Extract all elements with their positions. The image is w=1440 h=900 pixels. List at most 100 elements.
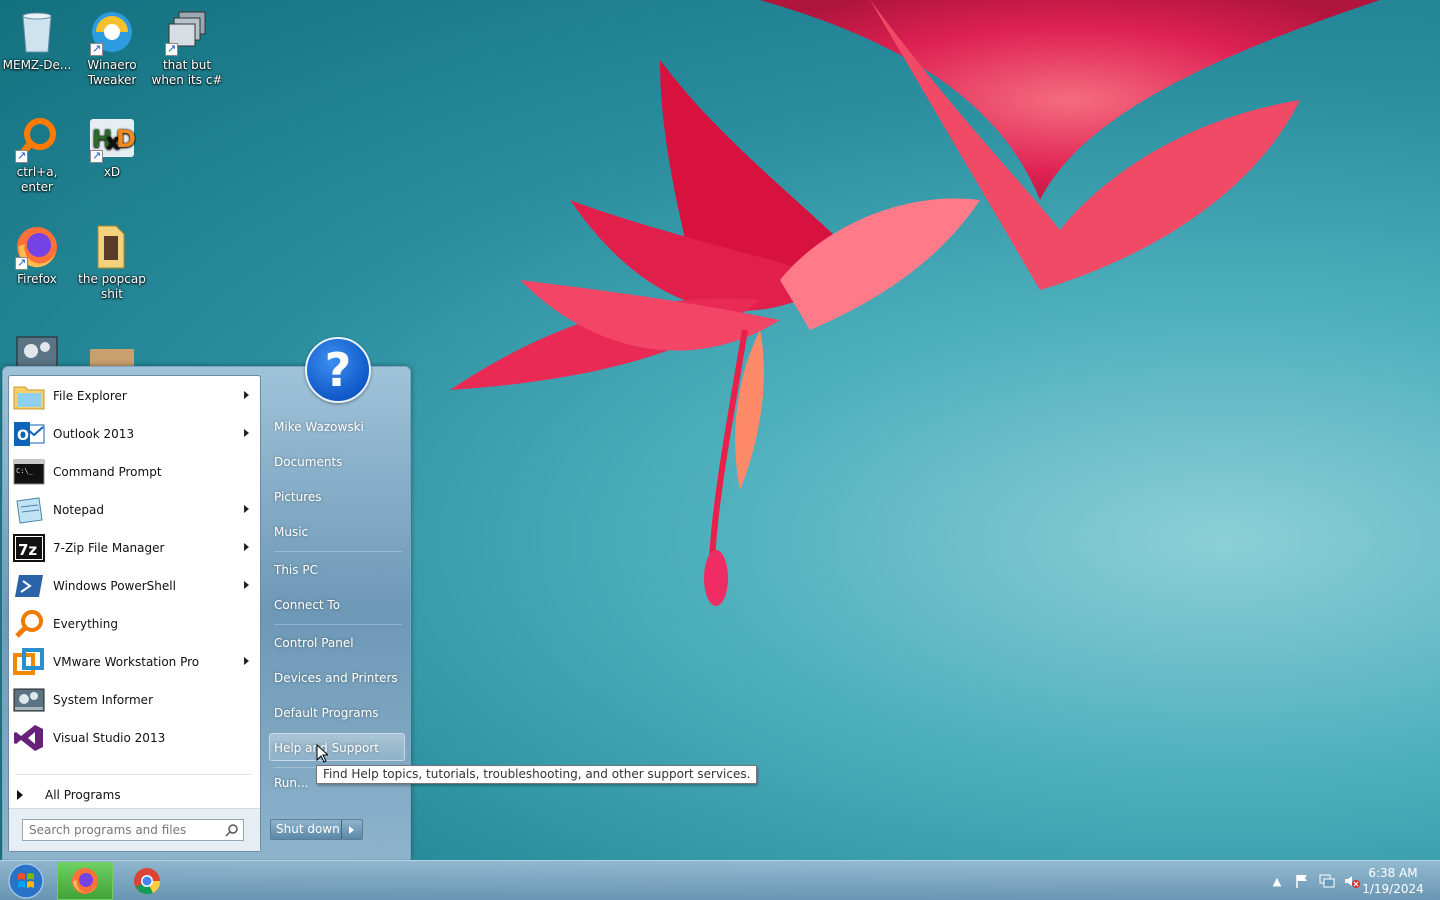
desktop-icon-that-but[interactable]: that but when its c# — [149, 8, 225, 88]
clock-date: 1/19/2024 — [1362, 882, 1424, 896]
taskbar-firefox-button[interactable] — [57, 862, 113, 900]
windows-stack-icon — [163, 8, 211, 56]
visual-studio-icon — [12, 721, 46, 755]
vmware-icon — [12, 645, 46, 679]
svg-text:7z: 7z — [18, 541, 37, 559]
desktop-icon-firefox[interactable]: Firefox — [0, 222, 75, 287]
shutdown-label: Shut down — [271, 820, 342, 839]
desktop-icon-label: the popcap shit — [78, 272, 146, 301]
shortcut-arrow-icon — [90, 148, 103, 163]
program-visual-studio-2013[interactable]: Visual Studio 2013 — [12, 720, 259, 756]
magnifier-icon — [12, 607, 46, 641]
program-7zip[interactable]: 7z 7-Zip File Manager — [12, 530, 259, 566]
program-label: System Informer — [53, 693, 154, 707]
winaero-icon — [88, 8, 136, 56]
desktop-icon-label: xD — [103, 165, 121, 179]
volume-muted-icon[interactable] — [1344, 873, 1360, 889]
start-menu-programs-pane: File Explorer O Outlook 2013 C:\_ Comman… — [8, 375, 261, 852]
taskbar-chrome-button[interactable] — [119, 862, 175, 900]
svg-text:C:\_: C:\_ — [16, 467, 34, 475]
system-tray: ▲ — [1269, 873, 1360, 889]
search-input[interactable] — [22, 819, 244, 841]
program-label: Everything — [53, 617, 118, 631]
program-outlook-2013[interactable]: O Outlook 2013 — [12, 416, 259, 452]
terminal-icon: C:\_ — [12, 455, 46, 489]
program-label: 7-Zip File Manager — [53, 541, 165, 555]
submenu-arrow-icon[interactable] — [244, 657, 249, 665]
submenu-arrow-icon[interactable] — [244, 429, 249, 437]
shortcut-arrow-icon — [90, 41, 103, 56]
submenu-arrow-icon[interactable] — [244, 391, 249, 399]
desktop-icon-label: that but when its c# — [151, 58, 223, 87]
link-documents[interactable]: Documents — [274, 455, 342, 469]
triangle-right-icon — [17, 790, 23, 800]
program-notepad[interactable]: Notepad — [12, 492, 259, 528]
svg-text:D: D — [116, 125, 136, 153]
link-user-folder[interactable]: Mike Wazowski — [274, 420, 364, 434]
desktop-icon-popcap[interactable]: the popcap shit — [74, 222, 150, 302]
desktop-icon-label: Winaero Tweaker — [87, 58, 137, 87]
system-informer-icon — [12, 683, 46, 717]
shortcut-arrow-icon — [15, 255, 28, 270]
search-icon[interactable] — [225, 823, 239, 837]
links-separator — [274, 624, 402, 625]
start-button[interactable] — [6, 862, 46, 900]
desktop-icon-label: Firefox — [17, 272, 57, 286]
program-windows-powershell[interactable]: Windows PowerShell — [12, 568, 259, 604]
all-programs-button[interactable]: All Programs — [17, 788, 121, 802]
clock-time: 6:38 AM — [1368, 866, 1418, 880]
desktop-icon-ctrl-a-enter[interactable]: ctrl+a, enter — [0, 115, 75, 195]
program-label: Outlook 2013 — [53, 427, 135, 441]
shortcut-arrow-icon — [165, 41, 178, 56]
program-label: Windows PowerShell — [53, 579, 176, 593]
desktop-icon-label: ctrl+a, enter — [16, 165, 58, 194]
program-vmware-workstation[interactable]: VMware Workstation Pro — [12, 644, 259, 680]
all-programs-label: All Programs — [45, 788, 121, 802]
program-everything[interactable]: Everything — [12, 606, 259, 642]
program-label: Command Prompt — [53, 465, 162, 479]
hxd-icon: HxD — [88, 115, 136, 163]
user-picture[interactable]: ? — [305, 337, 371, 403]
network-icon[interactable] — [1319, 873, 1335, 889]
show-hidden-icons-chevron-icon[interactable]: ▲ — [1269, 873, 1285, 889]
link-run[interactable]: Run... — [274, 776, 308, 790]
desktop-icon-partial-1[interactable] — [0, 329, 75, 367]
link-default-programs[interactable]: Default Programs — [274, 706, 379, 720]
link-pictures[interactable]: Pictures — [274, 490, 322, 504]
taskbar: ▲ 6:38 AM 1/19/2024 — [0, 860, 1440, 900]
program-label: Visual Studio 2013 — [53, 731, 166, 745]
program-system-informer[interactable]: System Informer — [12, 682, 259, 718]
taskbar-clock[interactable]: 6:38 AM 1/19/2024 — [1362, 865, 1424, 897]
desktop-icon-memz[interactable]: MEMZ-De... — [0, 8, 75, 73]
folder-icon — [88, 222, 136, 270]
shutdown-button[interactable]: Shut down — [270, 819, 363, 840]
7zip-icon: 7z — [12, 531, 46, 565]
start-menu-links-pane: ? Mike Wazowski Documents Pictures Music… — [265, 337, 410, 861]
shortcut-arrow-icon — [15, 148, 28, 163]
link-control-panel[interactable]: Control Panel — [274, 636, 354, 650]
link-music[interactable]: Music — [274, 525, 308, 539]
shutdown-options-arrow-icon[interactable] — [342, 820, 362, 839]
program-command-prompt[interactable]: C:\_ Command Prompt — [12, 454, 259, 490]
program-label: Notepad — [53, 503, 104, 517]
system-informer-icon — [13, 329, 61, 367]
desktop-icon-partial-2[interactable] — [74, 329, 150, 367]
submenu-arrow-icon[interactable] — [244, 543, 249, 551]
magnifier-icon — [13, 115, 61, 163]
link-this-pc[interactable]: This PC — [274, 563, 318, 577]
program-file-explorer[interactable]: File Explorer — [12, 378, 259, 414]
link-devices-and-printers[interactable]: Devices and Printers — [274, 671, 398, 685]
firefox-icon — [13, 222, 61, 270]
outlook-icon: O — [12, 417, 46, 451]
submenu-arrow-icon[interactable] — [244, 581, 249, 589]
submenu-arrow-icon[interactable] — [244, 505, 249, 513]
desktop-icon-winaero-tweaker[interactable]: Winaero Tweaker — [74, 8, 150, 88]
program-label: VMware Workstation Pro — [53, 655, 200, 669]
program-label: File Explorer — [53, 389, 127, 403]
action-center-flag-icon[interactable] — [1294, 873, 1310, 889]
powershell-icon — [12, 569, 46, 603]
notepad-icon — [12, 493, 46, 527]
desktop-icon-xd[interactable]: HxD xD — [74, 115, 150, 180]
link-connect-to[interactable]: Connect To — [274, 598, 340, 612]
links-separator — [274, 551, 402, 552]
